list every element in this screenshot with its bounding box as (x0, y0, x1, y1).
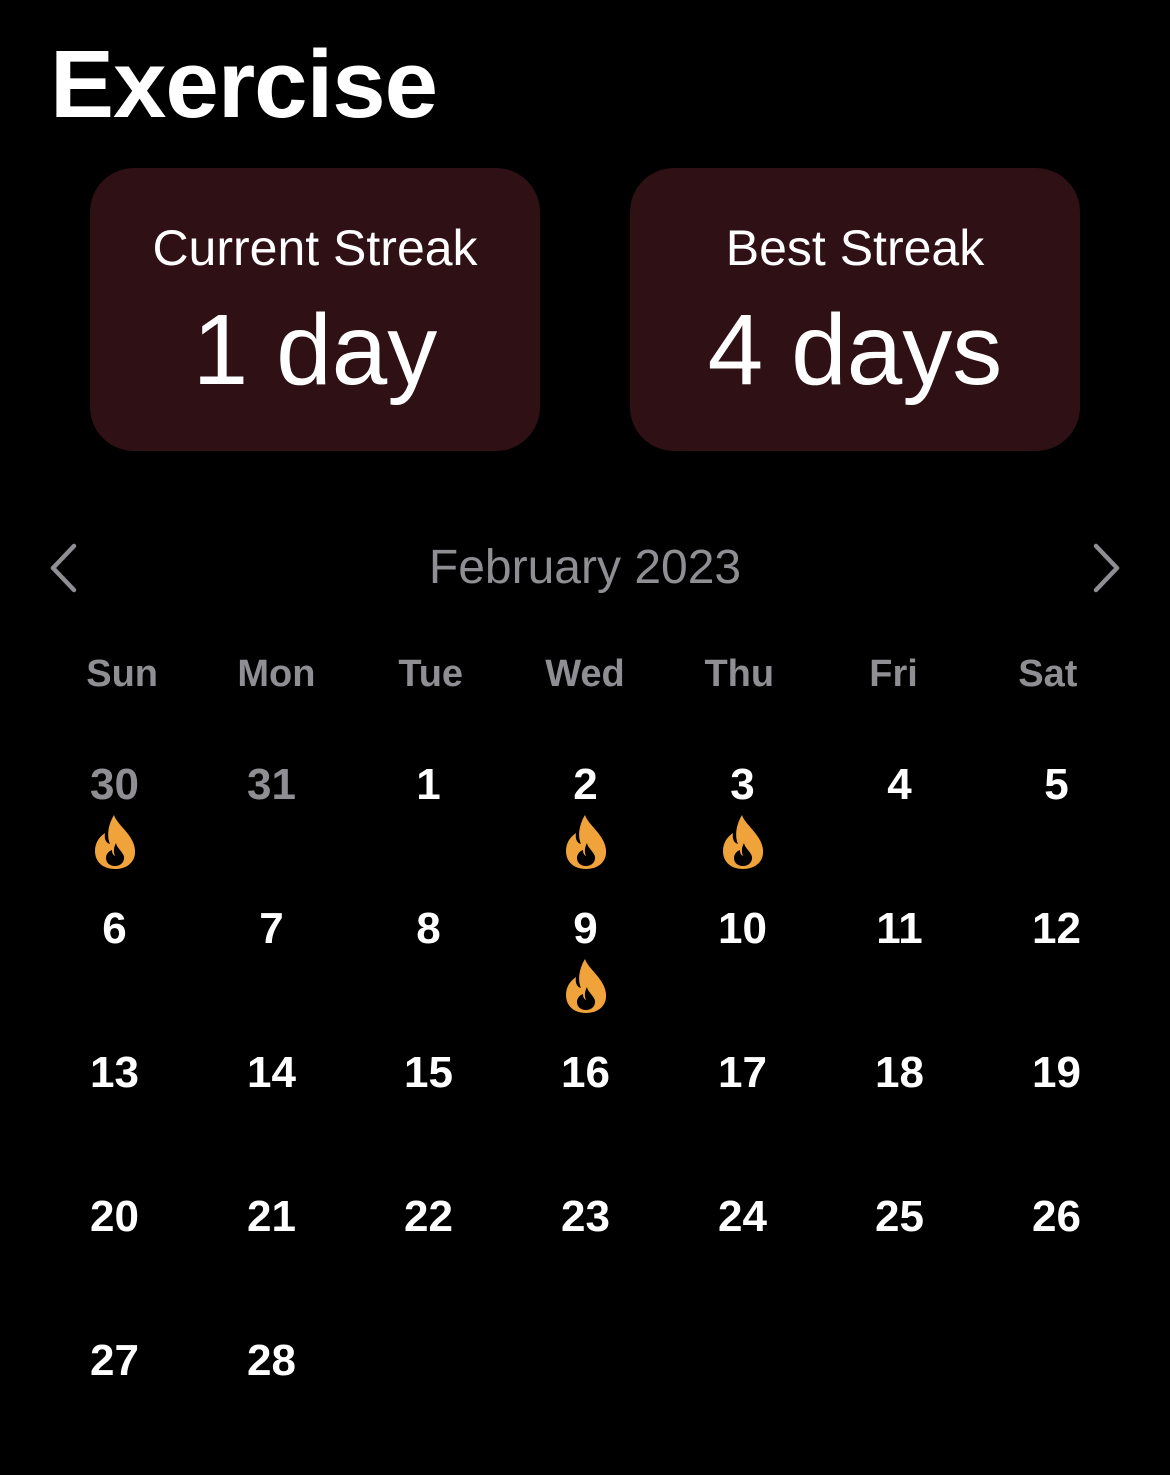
calendar-day[interactable]: 22 (350, 1187, 507, 1331)
calendar-day-number: 24 (718, 1192, 767, 1241)
calendar-day-number: 20 (90, 1192, 139, 1241)
calendar-day[interactable]: 19 (978, 1043, 1135, 1187)
calendar-day-number: 22 (404, 1192, 453, 1241)
calendar-day[interactable]: 1 (350, 755, 507, 899)
calendar-day[interactable]: 30 (36, 755, 193, 899)
weekday-thu: Thu (704, 653, 775, 695)
calendar-day[interactable]: 16 (507, 1043, 664, 1187)
calendar-day[interactable]: 17 (664, 1043, 821, 1187)
calendar-day[interactable]: 10 (664, 899, 821, 1043)
calendar-day-number: 17 (718, 1048, 767, 1097)
month-label: February 2023 (428, 541, 742, 594)
calendar-day[interactable]: 3 (664, 755, 821, 899)
calendar-day-number: 28 (247, 1336, 296, 1385)
calendar-day[interactable]: 25 (821, 1187, 978, 1331)
current-streak-label: Current Streak (152, 220, 478, 276)
calendar-day[interactable]: 12 (978, 899, 1135, 1043)
flame-icon (563, 813, 609, 871)
calendar-day[interactable]: 21 (193, 1187, 350, 1331)
best-streak-card: Best Streak 4 days (630, 168, 1080, 451)
calendar-day[interactable]: 6 (36, 899, 193, 1043)
weekday-sat: Sat (1018, 653, 1078, 695)
calendar-day[interactable]: 2 (507, 755, 664, 899)
flame-icon (563, 957, 609, 1015)
best-streak-label: Best Streak (725, 220, 985, 276)
calendar-day-number: 11 (876, 904, 923, 953)
calendar-day-number: 16 (561, 1048, 610, 1097)
calendar-day[interactable]: 20 (36, 1187, 193, 1331)
weekday-header: Sun Mon Tue Wed Thu Fri Sat (45, 650, 1125, 700)
calendar-day[interactable]: 28 (193, 1331, 350, 1475)
page-title: Exercise (50, 31, 438, 138)
calendar-day-number: 3 (730, 760, 755, 809)
calendar-day-number: 1 (416, 760, 441, 809)
calendar-day-number: 23 (561, 1192, 610, 1241)
calendar-day[interactable]: 23 (507, 1187, 664, 1331)
best-streak-value: 4 days (707, 294, 1003, 406)
calendar-day-number: 15 (404, 1048, 453, 1097)
calendar-day-number: 14 (247, 1048, 296, 1097)
calendar-day-number: 31 (247, 760, 296, 809)
calendar-day[interactable]: 31 (193, 755, 350, 899)
calendar-day[interactable]: 27 (36, 1331, 193, 1475)
calendar-day[interactable]: 13 (36, 1043, 193, 1187)
calendar-day-number: 5 (1044, 760, 1069, 809)
calendar-day[interactable]: 18 (821, 1043, 978, 1187)
calendar-day[interactable]: 11 (821, 899, 978, 1043)
month-header: February 2023 (0, 536, 1170, 600)
calendar-day-number: 8 (416, 904, 441, 953)
next-month-button[interactable] (1082, 542, 1130, 594)
calendar-day[interactable]: 7 (193, 899, 350, 1043)
calendar-day[interactable]: 24 (664, 1187, 821, 1331)
calendar-grid: 30 31 1 2 3 4 5 6 7 8 9 10 11 12 13 14 15 16 17 18 19 20 21 22 2… (36, 755, 1135, 1475)
calendar-day-number: 18 (875, 1048, 924, 1097)
weekday-wed: Wed (545, 653, 625, 695)
calendar-day[interactable]: 5 (978, 755, 1135, 899)
calendar-day[interactable]: 4 (821, 755, 978, 899)
calendar-day-number: 2 (573, 760, 598, 809)
weekday-fri: Fri (869, 653, 918, 695)
calendar-day-number: 6 (102, 904, 127, 953)
flame-icon (92, 813, 138, 871)
flame-icon (720, 813, 766, 871)
current-streak-card: Current Streak 1 day (90, 168, 540, 451)
calendar-day-number: 30 (90, 760, 139, 809)
current-streak-value: 1 day (192, 294, 438, 406)
calendar-day-number: 10 (718, 904, 767, 953)
calendar-day-number: 4 (887, 760, 912, 809)
weekday-tue: Tue (398, 653, 464, 695)
calendar-day-number: 25 (875, 1192, 924, 1241)
calendar-day-number: 13 (90, 1048, 139, 1097)
calendar-day[interactable]: 9 (507, 899, 664, 1043)
weekday-mon: Mon (237, 653, 316, 695)
chevron-right-icon (1093, 543, 1120, 593)
weekday-sun: Sun (86, 653, 159, 695)
calendar-day-number: 9 (573, 904, 598, 953)
calendar-day-number: 7 (259, 904, 284, 953)
calendar-day-number: 21 (247, 1192, 296, 1241)
calendar-day[interactable]: 8 (350, 899, 507, 1043)
calendar-day[interactable]: 15 (350, 1043, 507, 1187)
calendar-day-number: 27 (90, 1336, 139, 1385)
calendar-day[interactable]: 14 (193, 1043, 350, 1187)
calendar-day-number: 12 (1032, 904, 1081, 953)
calendar-day-number: 26 (1032, 1192, 1081, 1241)
calendar-day-number: 19 (1032, 1048, 1081, 1097)
calendar-day[interactable]: 26 (978, 1187, 1135, 1331)
